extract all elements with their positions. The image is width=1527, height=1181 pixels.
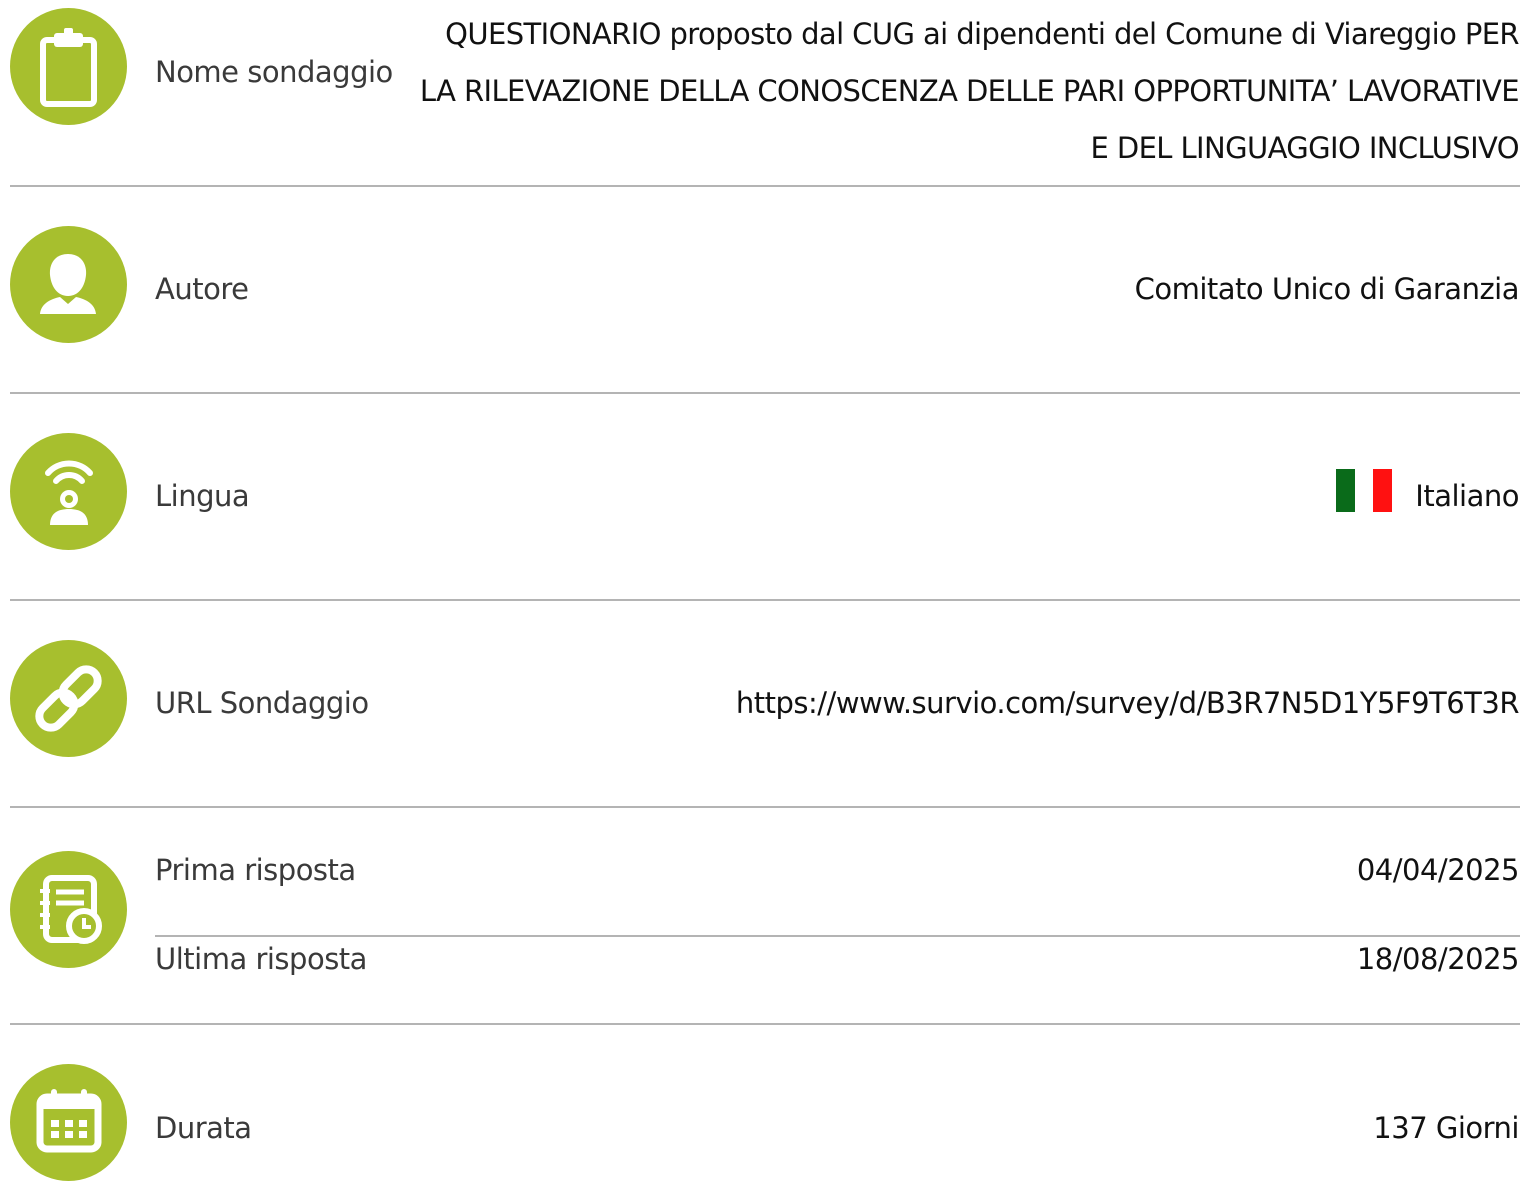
sub-divider: [155, 935, 1520, 937]
link-icon: [10, 640, 127, 757]
language-value: Italiano: [1415, 479, 1519, 513]
survey-name-value: QUESTIONARIO proposto dal CUG ai dipende…: [419, 17, 1520, 165]
language-icon: [10, 433, 127, 550]
duration-label: Durata: [155, 1111, 252, 1145]
language-label: Lingua: [155, 479, 250, 513]
divider: [10, 1023, 1520, 1025]
first-response-value: 04/04/2025: [1356, 853, 1520, 887]
calendar-icon: [10, 1064, 127, 1181]
first-response-label: Prima risposta: [155, 853, 356, 887]
user-icon: [10, 226, 127, 343]
author-value: Comitato Unico di Garanzia: [1134, 272, 1520, 306]
divider: [10, 392, 1520, 394]
url-label: URL Sondaggio: [155, 686, 369, 720]
last-response-label: Ultima risposta: [155, 942, 367, 976]
clipboard-icon: [10, 8, 127, 125]
url-value[interactable]: https://www.survio.com/survey/d/B3R7N5D1…: [736, 686, 1520, 720]
italian-flag-icon: [1336, 469, 1392, 512]
duration-value: 137 Giorni: [1373, 1111, 1519, 1145]
last-response-value: 18/08/2025: [1356, 942, 1520, 976]
divider: [10, 185, 1520, 187]
divider: [10, 806, 1520, 808]
survey-name-label: Nome sondaggio: [155, 55, 393, 89]
author-label: Autore: [155, 272, 249, 306]
responses-icon: [10, 851, 127, 968]
divider: [10, 599, 1520, 601]
